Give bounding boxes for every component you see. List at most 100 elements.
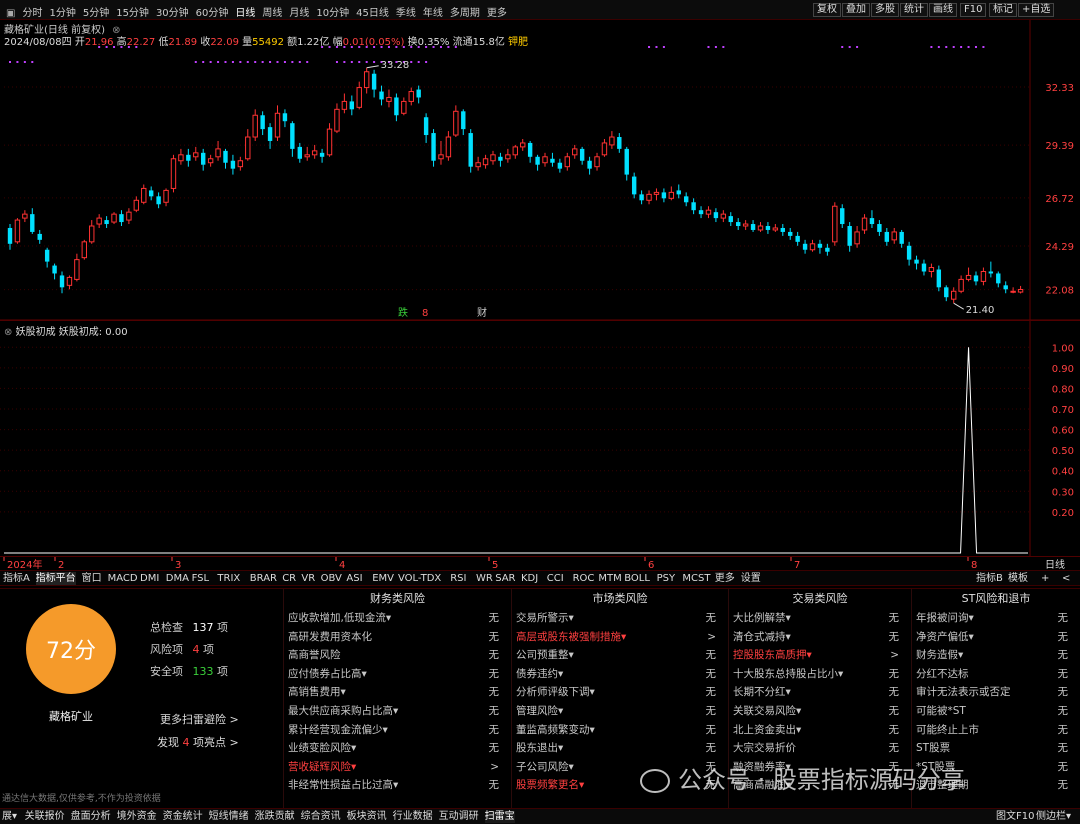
risk-item[interactable]: 高层或股东被强制措施▾ > <box>512 628 728 647</box>
event-marker-0[interactable]: 跌 <box>398 306 408 319</box>
risk-item[interactable]: 十大股东总持股占比小▾ 无 <box>729 665 911 684</box>
indicator-tab-18[interactable]: KDJ <box>521 572 538 585</box>
risk-item[interactable]: 高销售费用▾ 无 <box>284 683 511 702</box>
indicator-tab-9[interactable]: CR <box>282 572 296 585</box>
indicator-tab-10[interactable]: VR <box>301 572 315 585</box>
indicator-tab-14[interactable]: VOL-TDX <box>398 572 441 585</box>
bottom-tab-1[interactable]: 关联报价 <box>25 811 65 823</box>
toolbar-button-0[interactable]: 复权 <box>813 3 841 17</box>
indicator-tab-15[interactable]: RSI <box>450 572 466 585</box>
indicator-tab-6[interactable]: FSL <box>192 572 210 585</box>
bottom-tab-10[interactable]: 互动调研 <box>439 811 479 823</box>
timeframe-5[interactable]: 60分钟 <box>196 8 229 19</box>
timeframe-13[interactable]: 多周期 <box>450 8 480 19</box>
more-scan-link[interactable]: 更多扫雷避险 > <box>160 711 239 727</box>
risk-item[interactable]: 北上资金卖出▾ 无 <box>729 721 911 740</box>
bottom-tab-4[interactable]: 资金统计 <box>163 811 203 823</box>
risk-item[interactable]: 应收款增加,低现金流▾ 无 <box>284 609 511 628</box>
bottom-tab-5[interactable]: 短线情绪 <box>209 811 249 823</box>
risk-item[interactable]: 财务造假▾ 无 <box>912 646 1080 665</box>
indicator-tab-24[interactable]: MCST <box>682 572 710 585</box>
bottom-tab-6[interactable]: 涨跌贡献 <box>255 811 295 823</box>
indicator-tab-5[interactable]: DMA <box>166 572 189 585</box>
risk-item[interactable]: 可能终止上市 无 <box>912 721 1080 740</box>
risk-item[interactable]: 累计经营现金流偏少▾ 无 <box>284 721 511 740</box>
risk-item[interactable]: 最大供应商采购占比高▾ 无 <box>284 702 511 721</box>
indicator-tab-20[interactable]: ROC <box>573 572 595 585</box>
timeframe-11[interactable]: 季线 <box>396 8 416 19</box>
risk-item[interactable]: 长期不分红▾ 无 <box>729 683 911 702</box>
risk-item[interactable]: 关联交易风险▾ 无 <box>729 702 911 721</box>
risk-item[interactable]: 业绩变脸风险▾ 无 <box>284 739 511 758</box>
risk-item[interactable]: 管理风险▾ 无 <box>512 702 728 721</box>
bottom-tab-f10[interactable]: 图文F10 <box>996 811 1034 823</box>
toolbar-button-5[interactable]: F10 <box>960 3 987 17</box>
timeframe-9[interactable]: 10分钟 <box>316 8 349 19</box>
event-marker-1[interactable]: 8 <box>422 308 428 319</box>
timeframe-7[interactable]: 周线 <box>262 8 282 19</box>
risk-item[interactable]: 营收疑辉风险▾ > <box>284 758 511 777</box>
indicator-tab-11[interactable]: OBV <box>321 572 342 585</box>
risk-item[interactable]: 非经常性损益占比过高▾ 无 <box>284 776 511 795</box>
indicator-tab-4[interactable]: DMI <box>140 572 159 585</box>
risk-item[interactable]: 年报被问询▾ 无 <box>912 609 1080 628</box>
indicator-tab-right-2[interactable]: + <box>1041 572 1049 585</box>
toolbar-button-3[interactable]: 统计 <box>900 3 928 17</box>
indicator-tab-25[interactable]: 更多 <box>715 572 735 585</box>
event-marker-2[interactable]: 财 <box>477 306 487 319</box>
risk-item[interactable]: 高研发费用资本化 无 <box>284 628 511 647</box>
quote-tag[interactable]: 钾肥 <box>508 37 528 48</box>
toolbar-button-2[interactable]: 多股 <box>871 3 899 17</box>
timeframe-0[interactable]: 分时 <box>22 8 42 19</box>
indicator-tab-12[interactable]: ASI <box>346 572 362 585</box>
indicator-tab-right-0[interactable]: 指标B <box>976 572 1003 585</box>
risk-item[interactable]: 董监高频繁变动▾ 无 <box>512 721 728 740</box>
risk-item[interactable]: 分析师评级下调▾ 无 <box>512 683 728 702</box>
menu-square-icon[interactable]: ▣ <box>6 8 15 19</box>
indicator-tab-21[interactable]: MTM <box>598 572 621 585</box>
timeframe-8[interactable]: 月线 <box>289 8 309 19</box>
highlight-link[interactable]: 发现 4 项亮点 > <box>157 734 239 750</box>
risk-item[interactable]: 清仓式减持▾ 无 <box>729 628 911 647</box>
kline-chart[interactable]: 32.33 29.39 26.72 24.29 22.08 33.28 21.40 跌 8 财 藏… <box>0 20 1080 320</box>
risk-item[interactable]: 公司预重整▾ 无 <box>512 646 728 665</box>
risk-item[interactable]: ST股票 无 <box>912 739 1080 758</box>
bottom-tab-11[interactable]: 扫雷宝 <box>484 811 515 823</box>
bottom-tab-0[interactable]: 展▾ <box>2 811 17 823</box>
indicator-tab-16[interactable]: WR <box>476 572 493 585</box>
toolbar-button-4[interactable]: 画线 <box>929 3 957 17</box>
risk-item[interactable]: 审计无法表示或否定 无 <box>912 683 1080 702</box>
risk-item[interactable]: 交易所警示▾ 无 <box>512 609 728 628</box>
indicator-tab-3[interactable]: MACD <box>108 572 138 585</box>
indicator-tab-7[interactable]: TRIX <box>217 572 240 585</box>
risk-item[interactable]: 高商誉风险 无 <box>284 646 511 665</box>
indicator-tab-19[interactable]: CCI <box>547 572 564 585</box>
timeframe-2[interactable]: 5分钟 <box>83 8 109 19</box>
risk-item[interactable]: 控股股东高质押▾ > <box>729 646 911 665</box>
toolbar-button-1[interactable]: 叠加 <box>842 3 870 17</box>
bottom-tab-3[interactable]: 境外资金 <box>117 811 157 823</box>
indicator-panel[interactable]: 1.00 0.90 0.80 0.70 0.60 0.50 0.40 0.30 0.20 ⊗ 妖… <box>0 320 1080 557</box>
indicator-tab-23[interactable]: PSY <box>657 572 676 585</box>
indicator-tab-0[interactable]: 指标A <box>3 572 30 585</box>
indicator-tab-1[interactable]: 指标平台 <box>35 572 76 585</box>
risk-item[interactable]: 股东退出▾ 无 <box>512 739 728 758</box>
indicator-tab-right-3[interactable]: < <box>1062 572 1070 585</box>
timeframe-10[interactable]: 45日线 <box>356 8 389 19</box>
risk-item[interactable]: 分红不达标 无 <box>912 665 1080 684</box>
timeframe-6[interactable]: 日线 <box>235 8 255 19</box>
indicator-tab-26[interactable]: 设置 <box>741 572 761 585</box>
indicator-tab-13[interactable]: EMV <box>372 572 394 585</box>
bottom-tab-7[interactable]: 综合资讯 <box>301 811 341 823</box>
risk-item[interactable]: 应付债券占比高▾ 无 <box>284 665 511 684</box>
risk-item[interactable]: 净资产偏低▾ 无 <box>912 628 1080 647</box>
indicator-tab-right-1[interactable]: 模板 <box>1008 572 1028 585</box>
risk-item[interactable]: 大宗交易折价 无 <box>729 739 911 758</box>
timeframe-1[interactable]: 1分钟 <box>49 8 75 19</box>
risk-item[interactable]: 债券违约▾ 无 <box>512 665 728 684</box>
timeframe-4[interactable]: 30分钟 <box>156 8 189 19</box>
timeframe-14[interactable]: 更多 <box>487 8 507 19</box>
risk-item[interactable]: 可能被*ST 无 <box>912 702 1080 721</box>
bottom-tab-9[interactable]: 行业数据 <box>393 811 433 823</box>
indicator-tab-17[interactable]: SAR <box>495 572 515 585</box>
